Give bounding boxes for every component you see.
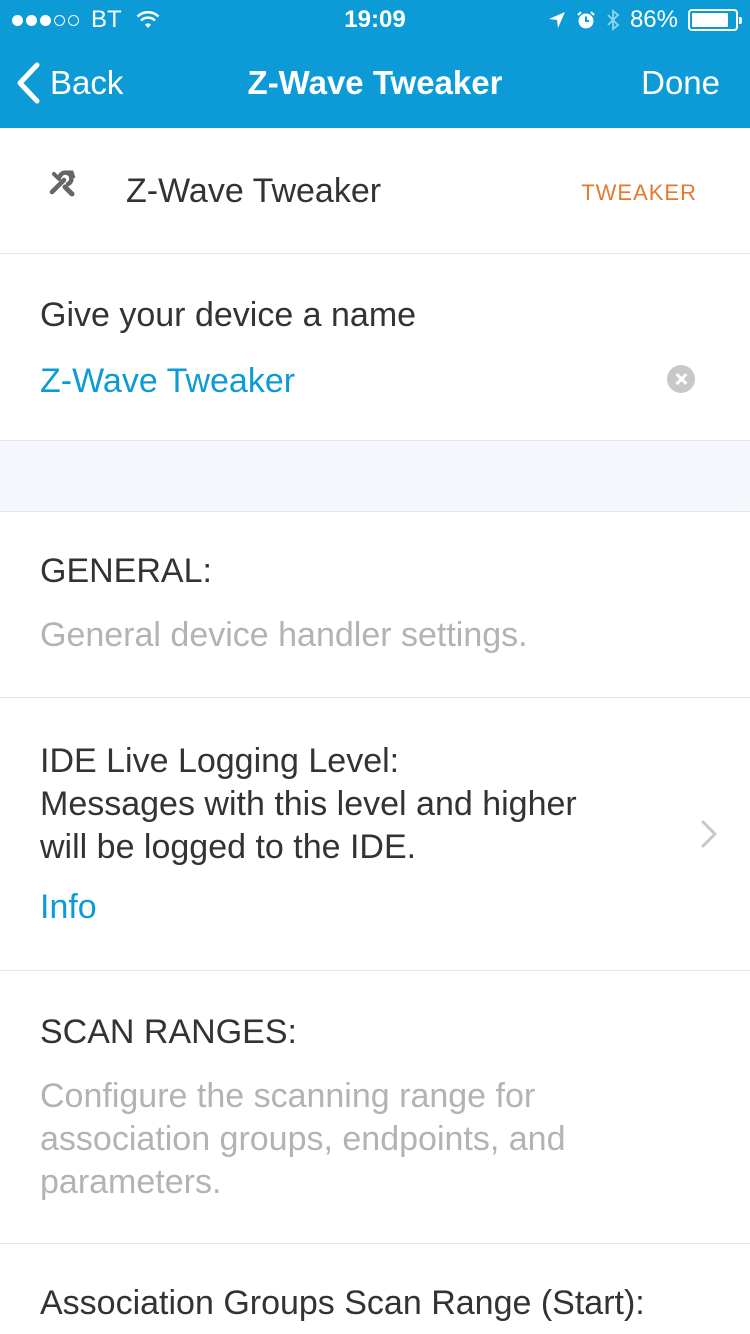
bluetooth-icon — [607, 9, 620, 31]
device-info-row: Z-Wave Tweaker TWEAKER — [0, 128, 750, 254]
logging-level-setting[interactable]: IDE Live Logging Level: Messages with th… — [0, 698, 750, 971]
scan-description-line: association groups, endpoints, and — [40, 1120, 566, 1158]
section-spacer — [0, 441, 750, 512]
association-groups-scan-start-setting[interactable]: Association Groups Scan Range (Start): — [0, 1244, 750, 1334]
scan-description-line: Configure the scanning range for — [40, 1077, 536, 1115]
general-section-description: General device handler settings. — [40, 616, 528, 654]
battery-icon — [688, 9, 742, 31]
scan-ranges-section-description: Configure the scanning range for associa… — [40, 1075, 640, 1204]
device-name-label: Give your device a name — [40, 296, 417, 334]
status-right: 86% — [548, 6, 742, 34]
logging-label-line: will be logged to the IDE. — [40, 828, 417, 866]
general-section-header: GENERAL: General device handler settings… — [0, 512, 750, 698]
chevron-right-icon — [701, 820, 717, 848]
battery-percent: 86% — [629, 6, 678, 33]
logging-level-label: IDE Live Logging Level: Messages with th… — [40, 740, 640, 869]
clear-text-button[interactable] — [667, 365, 695, 393]
alarm-clock-icon — [577, 11, 595, 29]
status-bar: BT 19:09 86% — [0, 0, 750, 40]
battery-fill — [692, 13, 729, 27]
location-arrow-icon — [548, 12, 565, 28]
device-name-input[interactable] — [40, 356, 650, 406]
general-section-title: GENERAL: — [40, 552, 212, 590]
back-label: Back — [50, 64, 124, 101]
wrench-icon — [49, 170, 76, 197]
back-button[interactable]: Back — [16, 62, 123, 104]
device-name-field-row: Give your device a name — [0, 254, 750, 441]
logging-label-line: Messages with this level and higher — [40, 785, 577, 823]
logging-label-line: IDE Live Logging Level: — [40, 742, 400, 780]
device-name: Z-Wave Tweaker — [126, 172, 382, 210]
logging-level-value: Info — [40, 888, 97, 926]
scan-ranges-section-header: SCAN RANGES: Configure the scanning rang… — [0, 971, 750, 1244]
association-groups-scan-start-label: Association Groups Scan Range (Start): — [40, 1284, 645, 1322]
app-header: BT 19:09 86% Back Z-Wave Tweaker Done — [0, 0, 750, 128]
scan-description-line: parameters. — [40, 1163, 222, 1201]
chevron-left-icon — [17, 62, 40, 104]
done-button[interactable]: Done — [641, 64, 720, 102]
device-type-tag: TWEAKER — [581, 180, 697, 205]
scan-ranges-section-title: SCAN RANGES: — [40, 1013, 297, 1051]
